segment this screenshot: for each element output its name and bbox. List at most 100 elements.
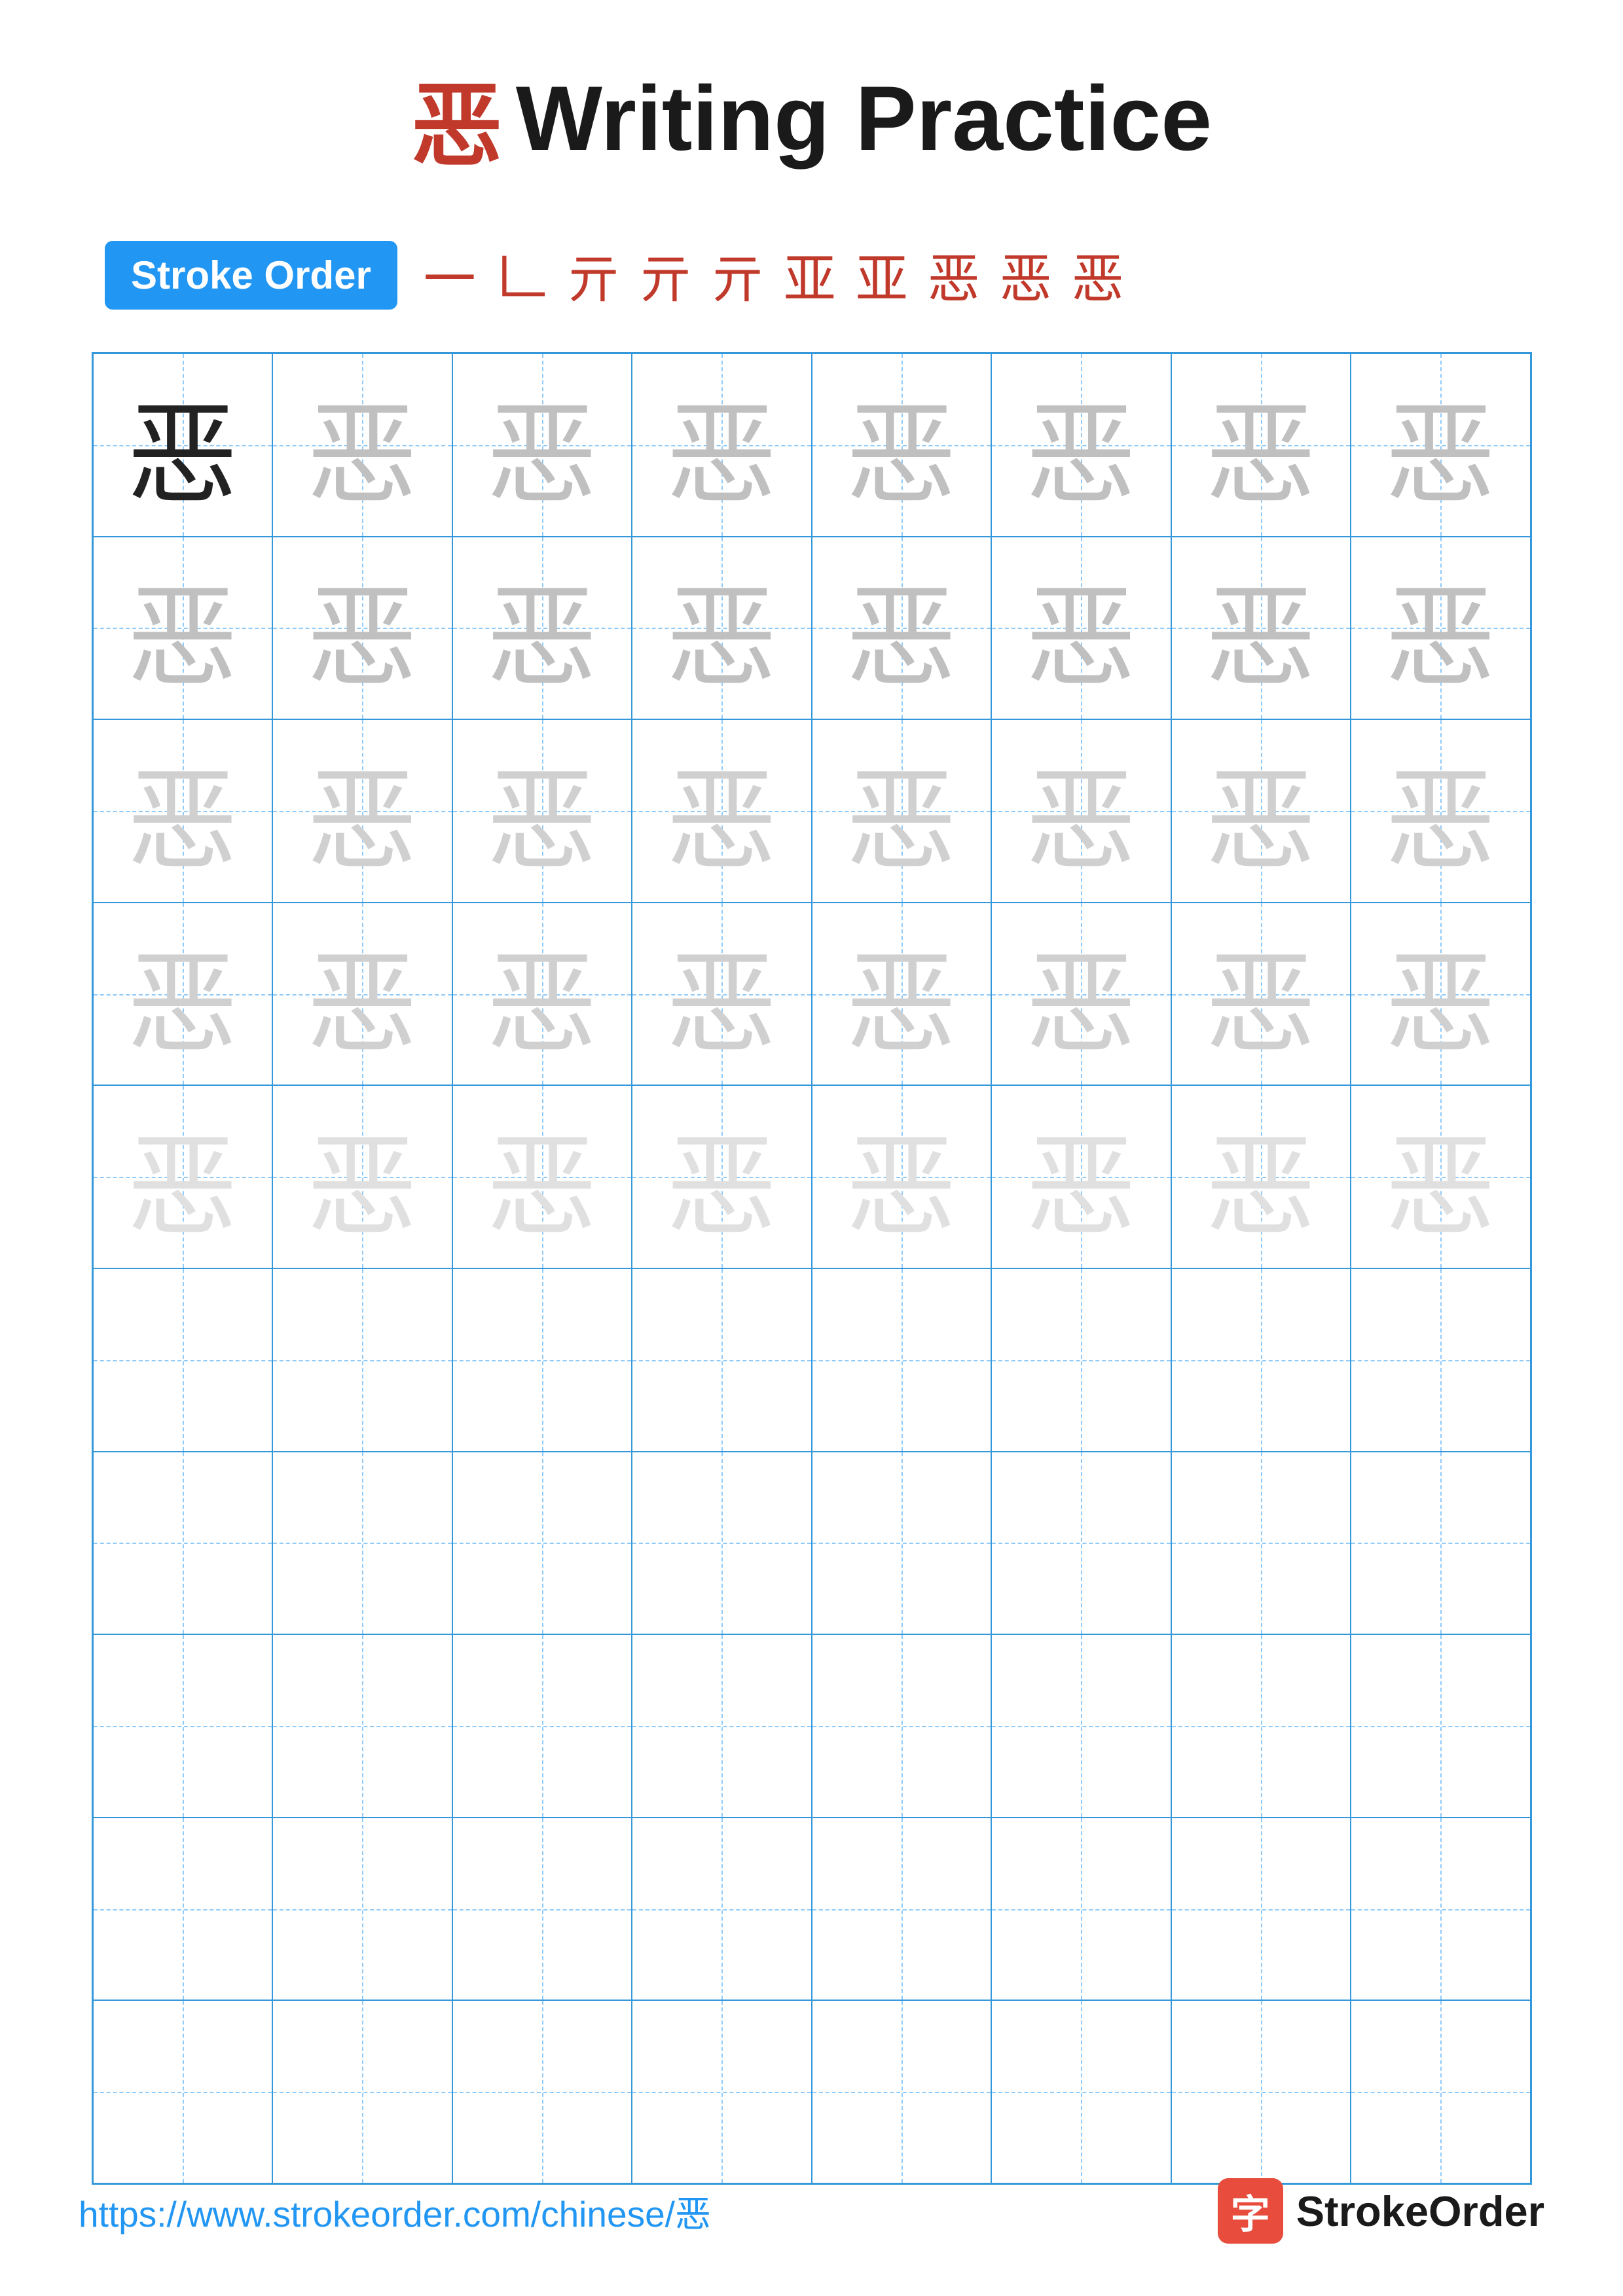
grid-cell[interactable]: 恶 bbox=[812, 353, 992, 537]
grid-cell[interactable] bbox=[452, 1452, 632, 1635]
grid-cell[interactable]: 恶 bbox=[1351, 903, 1531, 1086]
grid-cell[interactable]: 恶 bbox=[991, 353, 1171, 537]
grid-cell[interactable]: 恶 bbox=[1351, 353, 1531, 537]
grid-cell-char: 恶 bbox=[846, 547, 957, 708]
grid-cell[interactable] bbox=[1171, 1818, 1351, 2001]
grid-cell[interactable]: 恶 bbox=[452, 719, 632, 903]
grid-cell[interactable]: 恶 bbox=[452, 1085, 632, 1268]
grid-cell[interactable]: 恶 bbox=[1351, 1085, 1531, 1268]
grid-cell[interactable] bbox=[1351, 1268, 1531, 1452]
grid-cell[interactable] bbox=[452, 1818, 632, 2001]
grid-cell[interactable] bbox=[812, 2000, 992, 2183]
practice-grid: 恶恶恶恶恶恶恶恶恶恶恶恶恶恶恶恶恶恶恶恶恶恶恶恶恶恶恶恶恶恶恶恶恶恶恶恶恶恶恶恶 bbox=[92, 352, 1532, 2185]
grid-cell[interactable]: 恶 bbox=[272, 719, 452, 903]
grid-cell[interactable]: 恶 bbox=[1351, 537, 1531, 720]
grid-cell[interactable]: 恶 bbox=[93, 719, 273, 903]
grid-cell[interactable]: 恶 bbox=[632, 719, 812, 903]
grid-cell[interactable] bbox=[272, 1268, 452, 1452]
grid-cell[interactable] bbox=[991, 1268, 1171, 1452]
grid-cell[interactable] bbox=[272, 1452, 452, 1635]
stroke-sequence: 一 𠃊 亓 亓 亓 亚 亚 恶 恶 恶 bbox=[424, 237, 1124, 313]
grid-cell[interactable] bbox=[991, 1634, 1171, 1818]
grid-cell-char: 恶 bbox=[306, 914, 418, 1075]
grid-cell[interactable] bbox=[991, 1818, 1171, 2001]
grid-cell[interactable]: 恶 bbox=[93, 353, 273, 537]
grid-cell[interactable]: 恶 bbox=[272, 537, 452, 720]
stroke-seq-2: 𠃊 bbox=[496, 237, 548, 313]
grid-cell[interactable] bbox=[1351, 1634, 1531, 1818]
grid-cell[interactable] bbox=[93, 2000, 273, 2183]
grid-cell[interactable] bbox=[1351, 1452, 1531, 1635]
grid-cell[interactable] bbox=[632, 1268, 812, 1452]
title-character: 恶 bbox=[411, 52, 503, 185]
grid-cell[interactable]: 恶 bbox=[812, 719, 992, 903]
grid-cell-char: 恶 bbox=[306, 365, 418, 526]
footer: https://www.strokeorder.com/chinese/恶 字 … bbox=[0, 2178, 1623, 2244]
grid-cell[interactable] bbox=[272, 2000, 452, 2183]
grid-cell[interactable]: 恶 bbox=[812, 537, 992, 720]
grid-cell[interactable]: 恶 bbox=[452, 537, 632, 720]
grid-cell[interactable]: 恶 bbox=[632, 1085, 812, 1268]
grid-cell[interactable] bbox=[272, 1818, 452, 2001]
grid-cell-char: 恶 bbox=[1385, 365, 1496, 526]
grid-cell[interactable]: 恶 bbox=[632, 903, 812, 1086]
grid-cell[interactable] bbox=[1171, 1268, 1351, 1452]
grid-cell[interactable] bbox=[632, 2000, 812, 2183]
grid-cell[interactable] bbox=[632, 1634, 812, 1818]
grid-cell[interactable]: 恶 bbox=[1171, 537, 1351, 720]
page: 恶 Writing Practice Stroke Order 一 𠃊 亓 亓 … bbox=[0, 0, 1623, 2296]
grid-cell-char: 恶 bbox=[1385, 547, 1496, 708]
grid-cell[interactable] bbox=[452, 1268, 632, 1452]
grid-cell[interactable] bbox=[93, 1452, 273, 1635]
grid-cell[interactable]: 恶 bbox=[272, 1085, 452, 1268]
grid-cell-char: 恶 bbox=[486, 547, 598, 708]
grid-cell-char: 恶 bbox=[1385, 1096, 1496, 1257]
grid-cell[interactable] bbox=[812, 1634, 992, 1818]
grid-cell[interactable]: 恶 bbox=[93, 1085, 273, 1268]
grid-cell[interactable] bbox=[812, 1818, 992, 2001]
grid-cell-char: 恶 bbox=[306, 1096, 418, 1257]
page-title: 恶 Writing Practice bbox=[411, 52, 1212, 185]
grid-cell[interactable]: 恶 bbox=[93, 903, 273, 1086]
grid-cell[interactable]: 恶 bbox=[1171, 903, 1351, 1086]
grid-cell[interactable]: 恶 bbox=[812, 903, 992, 1086]
grid-cell[interactable] bbox=[991, 1452, 1171, 1635]
footer-logo: 字 StrokeOrder bbox=[1218, 2178, 1544, 2244]
grid-cell-char: 恶 bbox=[306, 547, 418, 708]
grid-cell[interactable] bbox=[1351, 2000, 1531, 2183]
grid-cell[interactable] bbox=[93, 1268, 273, 1452]
grid-cell-char: 恶 bbox=[846, 1096, 957, 1257]
grid-cell[interactable]: 恶 bbox=[991, 537, 1171, 720]
grid-cell[interactable]: 恶 bbox=[1351, 719, 1531, 903]
grid-cell[interactable]: 恶 bbox=[272, 353, 452, 537]
grid-cell[interactable] bbox=[1171, 2000, 1351, 2183]
grid-cell[interactable] bbox=[93, 1634, 273, 1818]
grid-cell[interactable] bbox=[452, 1634, 632, 1818]
grid-cell[interactable]: 恶 bbox=[812, 1085, 992, 1268]
grid-cell[interactable] bbox=[812, 1452, 992, 1635]
grid-cell[interactable] bbox=[93, 1818, 273, 2001]
grid-cell[interactable]: 恶 bbox=[452, 903, 632, 1086]
grid-cell[interactable] bbox=[632, 1452, 812, 1635]
grid-cell[interactable] bbox=[812, 1268, 992, 1452]
grid-cell[interactable] bbox=[632, 1818, 812, 2001]
grid-cell[interactable]: 恶 bbox=[991, 903, 1171, 1086]
grid-cell[interactable] bbox=[452, 2000, 632, 2183]
grid-cell[interactable] bbox=[1351, 1818, 1531, 2001]
grid-cell[interactable] bbox=[991, 2000, 1171, 2183]
stroke-order-row: Stroke Order 一 𠃊 亓 亓 亓 亚 亚 恶 恶 恶 bbox=[105, 237, 1124, 313]
grid-cell[interactable]: 恶 bbox=[272, 903, 452, 1086]
grid-cell[interactable] bbox=[1171, 1634, 1351, 1818]
grid-cell[interactable]: 恶 bbox=[632, 537, 812, 720]
grid-cell[interactable] bbox=[272, 1634, 452, 1818]
grid-cell[interactable]: 恶 bbox=[991, 1085, 1171, 1268]
grid-cell[interactable]: 恶 bbox=[632, 353, 812, 537]
grid-cell[interactable]: 恶 bbox=[452, 353, 632, 537]
grid-cell-char: 恶 bbox=[1205, 914, 1317, 1075]
grid-cell[interactable]: 恶 bbox=[1171, 353, 1351, 537]
grid-cell[interactable]: 恶 bbox=[1171, 1085, 1351, 1268]
grid-cell[interactable]: 恶 bbox=[991, 719, 1171, 903]
grid-cell[interactable]: 恶 bbox=[1171, 719, 1351, 903]
grid-cell[interactable] bbox=[1171, 1452, 1351, 1635]
grid-cell[interactable]: 恶 bbox=[93, 537, 273, 720]
